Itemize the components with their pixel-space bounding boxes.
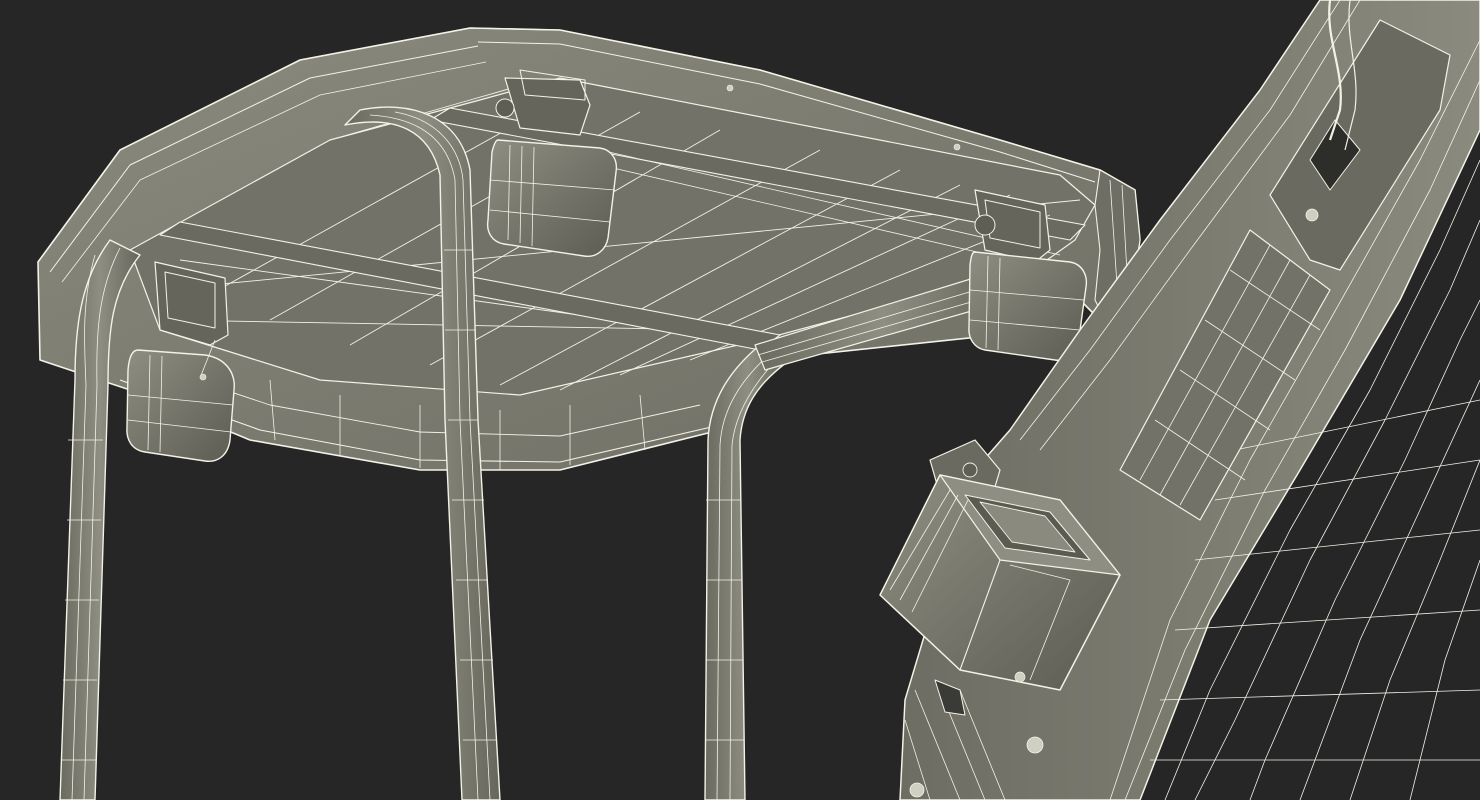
wireframe-render <box>0 0 1480 800</box>
